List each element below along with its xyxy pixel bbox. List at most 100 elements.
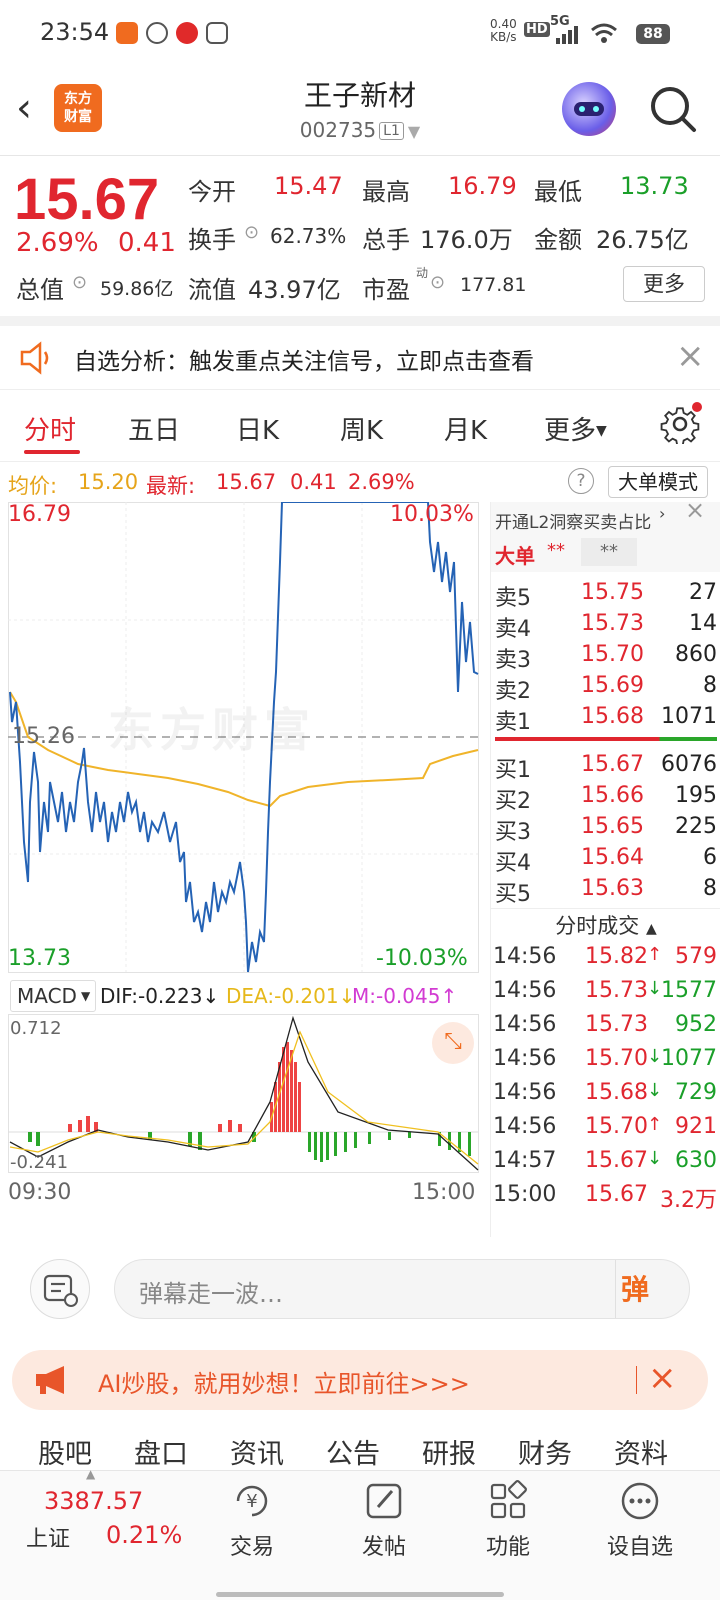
tab-weekly-k[interactable]: 周K [340, 410, 383, 447]
ask-row[interactable]: 卖2 15.69 8 [495, 673, 717, 705]
ask-row[interactable]: 卖3 15.70 860 [495, 642, 717, 674]
intraday-chart[interactable]: 16.79 10.03% 15.26 东方财富 13.73 -10.03% MA… [8, 502, 488, 1205]
high-label: 最高 [362, 178, 410, 206]
bid-row[interactable]: 买4 15.64 6 [495, 845, 717, 877]
index-percent: 0.21% [106, 1521, 183, 1549]
speaker-icon [20, 341, 49, 375]
nav-post-label: 发帖 [361, 1535, 406, 1560]
battery-indicator: 88 [636, 24, 670, 44]
tab-more[interactable]: 更多▼ [544, 410, 607, 447]
notice-text: 自选分析：触发重点关注信号，立即点击查看 [74, 349, 534, 375]
app-notification-icon [116, 22, 138, 44]
info-icon[interactable]: ⊙ [430, 272, 445, 293]
nav-add-watchlist[interactable]: 设自选 [600, 1479, 680, 1579]
danmaku-input[interactable]: 弹幕走一波… 弹 [114, 1259, 690, 1319]
danmaku-toggle-icon[interactable]: 弹 [621, 1268, 649, 1308]
macd-m: M:-0.045↑ [352, 984, 458, 1008]
help-icon[interactable]: ? [568, 468, 594, 494]
tab-monthly-k[interactable]: 月K [444, 410, 487, 447]
l2-promo[interactable]: 开通L2洞察买卖占比 › × 大单 ** ** [491, 496, 720, 572]
info-icon[interactable]: ⊙ [244, 222, 259, 243]
info-icon[interactable]: ⊙ [72, 272, 87, 293]
index-ticker[interactable]: ▲ 3387.57 上证 0.21% [0, 1467, 183, 1581]
macd-dif: DIF:-0.223↓ [100, 984, 220, 1008]
ask-price: 15.68 [581, 704, 644, 729]
app-notification-icon [146, 22, 168, 44]
trade-time: 14:56 [493, 1012, 557, 1037]
ai-ad-banner[interactable]: AI炒股，就用妙想！立即前往>>> × [12, 1350, 708, 1410]
trade-row: 14:56 15.70 ↓ 1077 [493, 1046, 717, 1080]
high-value: 16.79 [448, 172, 517, 200]
bid-row[interactable]: 买3 15.65 225 [495, 814, 717, 846]
trade-time: 15:00 [493, 1182, 557, 1207]
chevron-right-icon: › [659, 504, 666, 523]
ask-level: 卖3 [495, 648, 531, 673]
expand-icon[interactable]: ⤡ [432, 1022, 474, 1064]
trade-volume: 630 [675, 1148, 717, 1173]
ask-price: 15.69 [581, 673, 644, 698]
tab-five-day[interactable]: 五日 [128, 410, 180, 447]
subtab-guba[interactable]: 股吧 [38, 1432, 92, 1471]
bid-level: 买1 [495, 758, 531, 783]
bid-row[interactable]: 买1 15.67 6076 [495, 752, 717, 784]
dea-line [9, 1030, 479, 1165]
ask-level: 卖5 [495, 586, 531, 611]
search-icon[interactable] [648, 84, 698, 134]
subtab-pankou[interactable]: 盘口 [134, 1432, 188, 1471]
bid-row[interactable]: 买2 15.66 195 [495, 783, 717, 815]
analysis-notice[interactable]: 自选分析：触发重点关注信号，立即点击查看 × [0, 326, 720, 390]
divider [491, 908, 720, 909]
subtab-news[interactable]: 资讯 [230, 1432, 284, 1471]
level-badge: L1 [379, 122, 404, 140]
volume-value: 176.0万 [420, 226, 513, 254]
bid-volume: 8 [703, 876, 717, 901]
bid-volume: 6076 [661, 752, 717, 777]
nav-trade[interactable]: ¥ 交易 [212, 1479, 292, 1579]
ask-row[interactable]: 卖4 15.73 14 [495, 611, 717, 643]
sort-up-icon: ▲ [86, 1467, 96, 1481]
tab-daily-k[interactable]: 日K [236, 410, 279, 447]
order-book: 开通L2洞察买卖占比 › × 大单 ** ** 卖5 15.75 27 卖4 15.73… [490, 496, 720, 1237]
axis-prev-close: 15.26 [12, 724, 75, 749]
big-order-mode-button[interactable]: 大单模式 [608, 466, 708, 498]
subtab-finance[interactable]: 财务 [518, 1432, 572, 1471]
ask-row[interactable]: 卖5 15.75 27 [495, 580, 717, 612]
close-icon[interactable]: × [685, 496, 705, 524]
ask-row[interactable]: 卖1 15.68 1071 [495, 704, 717, 736]
ai-assistant-avatar[interactable] [562, 82, 616, 136]
indicator-selector[interactable]: MACD ▼ [10, 980, 96, 1012]
more-button[interactable]: 更多 [623, 266, 705, 302]
comment-settings-button[interactable] [30, 1259, 90, 1319]
close-icon[interactable]: × [676, 336, 705, 376]
trade-direction: ↓ [647, 1080, 663, 1101]
bid-price: 15.67 [581, 752, 644, 777]
latest-value: 15.67 [216, 470, 277, 494]
trade-row: 14:56 15.68 ↓ 729 [493, 1080, 717, 1114]
close-icon[interactable]: × [648, 1358, 677, 1398]
macd-histogram [28, 1042, 471, 1162]
nav-functions[interactable]: 功能 [468, 1479, 548, 1579]
subtab-research[interactable]: 研报 [422, 1432, 476, 1471]
subtab-profile[interactable]: 资料 [614, 1432, 668, 1471]
change-amount: 0.41 [118, 228, 176, 258]
video-app-icon [176, 22, 198, 44]
comment-icon [43, 1274, 78, 1307]
trade-direction: ↓ [647, 1148, 663, 1169]
bid-level: 买4 [495, 851, 531, 876]
bid-level: 买3 [495, 820, 531, 845]
bid-row[interactable]: 买5 15.63 8 [495, 876, 717, 908]
tab-intraday[interactable]: 分时 [24, 410, 76, 447]
active-tab-indicator [24, 450, 80, 454]
l2-promo-text: 开通L2洞察买卖占比 [495, 513, 652, 533]
divider [615, 1260, 616, 1318]
volume-label: 总手 [362, 226, 410, 254]
amount-label: 金额 [534, 226, 582, 254]
ticks-title[interactable]: 分时成交 ▲ [491, 910, 720, 940]
trade-price: 15.73 [585, 978, 648, 1003]
nav-post[interactable]: 发帖 [344, 1479, 424, 1579]
avg-label: 均价: [8, 474, 58, 498]
subtab-announcements[interactable]: 公告 [326, 1432, 380, 1471]
bid-level: 买2 [495, 789, 531, 814]
bid-price: 15.63 [581, 876, 644, 901]
trade-volume: 3.2万 [660, 1188, 717, 1213]
